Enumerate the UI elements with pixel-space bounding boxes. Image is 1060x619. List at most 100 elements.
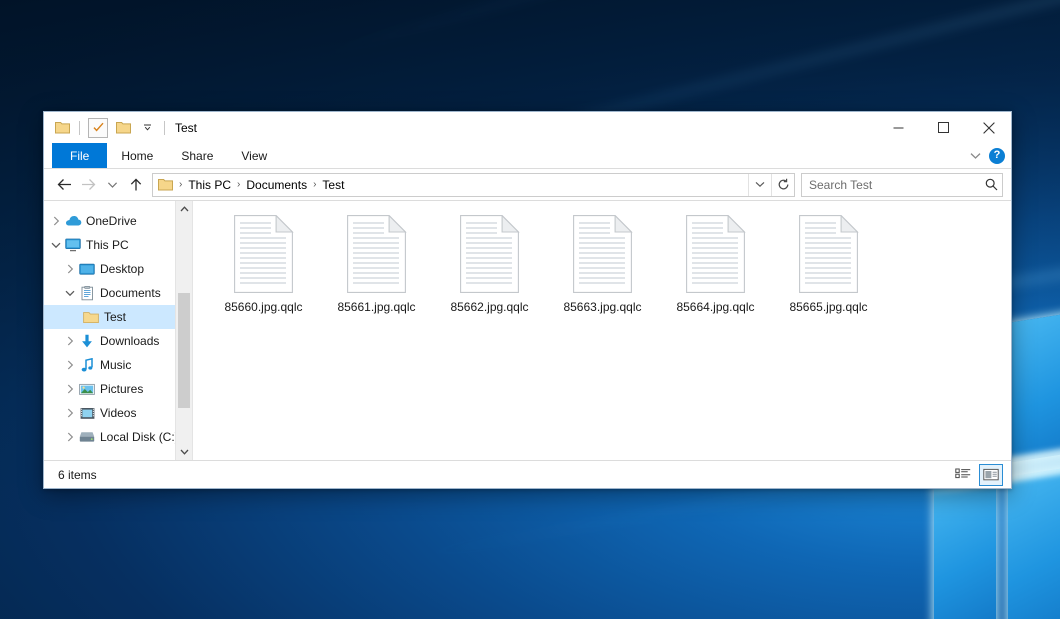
cloud-icon xyxy=(64,213,82,229)
recent-locations-button[interactable] xyxy=(100,173,124,197)
address-tools xyxy=(748,174,794,196)
sidebar-item-test[interactable]: Test xyxy=(44,305,192,329)
desktop-icon xyxy=(78,261,96,277)
drive-icon xyxy=(78,429,96,445)
file-item[interactable]: 85664.jpg.qqlc xyxy=(659,213,772,314)
logo-pane xyxy=(934,479,996,619)
previous-locations-icon[interactable] xyxy=(748,174,771,196)
sidebar-item-music[interactable]: Music xyxy=(44,353,192,377)
chevron-down-icon[interactable] xyxy=(48,237,64,253)
file-grid: 85660.jpg.qqlc 85661.j xyxy=(207,213,1011,314)
folder-icon xyxy=(82,309,100,325)
chevron-right-icon[interactable] xyxy=(62,381,78,397)
navigation-pane: OneDrive This PC xyxy=(44,201,193,460)
minimize-button[interactable] xyxy=(876,112,921,143)
file-list-view[interactable]: 85660.jpg.qqlc 85661.j xyxy=(193,201,1011,460)
back-button[interactable] xyxy=(52,173,76,197)
sidebar-item-label: OneDrive xyxy=(86,214,137,228)
tab-view[interactable]: View xyxy=(227,143,281,168)
caption-buttons xyxy=(876,112,1011,143)
up-button[interactable] xyxy=(124,173,148,197)
quick-access-toolbar xyxy=(44,118,167,138)
file-item[interactable]: 85662.jpg.qqlc xyxy=(433,213,546,314)
file-name: 85663.jpg.qqlc xyxy=(563,300,641,314)
sidebar-item-onedrive[interactable]: OneDrive xyxy=(44,209,192,233)
scrollbar-thumb[interactable] xyxy=(178,293,190,408)
new-folder-icon[interactable] xyxy=(114,119,132,137)
file-item[interactable]: 85661.jpg.qqlc xyxy=(320,213,433,314)
address-bar-row: › This PC › Documents › Test xyxy=(44,169,1011,200)
scroll-up-icon[interactable] xyxy=(176,201,192,217)
large-icons-view-button[interactable] xyxy=(979,464,1003,486)
tab-file[interactable]: File xyxy=(52,143,107,168)
address-bar[interactable]: › This PC › Documents › Test xyxy=(152,173,795,197)
file-name: 85661.jpg.qqlc xyxy=(337,300,415,314)
chevron-right-icon[interactable] xyxy=(62,405,78,421)
chevron-down-icon[interactable] xyxy=(138,119,156,137)
tab-share[interactable]: Share xyxy=(167,143,227,168)
chevron-down-icon[interactable] xyxy=(970,149,981,163)
window-body: OneDrive This PC xyxy=(44,200,1011,460)
file-item[interactable]: 85665.jpg.qqlc xyxy=(772,213,885,314)
status-bar: 6 items xyxy=(44,460,1011,488)
help-icon[interactable]: ? xyxy=(989,148,1005,164)
videos-icon xyxy=(78,405,96,421)
forward-button[interactable] xyxy=(76,173,100,197)
chevron-right-icon[interactable] xyxy=(48,213,64,229)
breadcrumb-item-test[interactable]: Test xyxy=(319,178,347,192)
sidebar-item-documents[interactable]: Documents xyxy=(44,281,192,305)
details-view-button[interactable] xyxy=(951,464,975,486)
chevron-down-icon[interactable] xyxy=(62,285,78,301)
sidebar-item-downloads[interactable]: Downloads xyxy=(44,329,192,353)
generic-file-icon xyxy=(347,215,407,293)
folder-icon[interactable] xyxy=(53,119,71,137)
view-buttons xyxy=(951,464,1003,486)
chevron-right-icon[interactable] xyxy=(62,357,78,373)
download-icon xyxy=(78,333,96,349)
item-count-label: 6 items xyxy=(58,468,97,482)
chevron-right-icon[interactable] xyxy=(62,261,78,277)
sidebar-item-label: Music xyxy=(100,358,131,372)
pictures-icon xyxy=(78,381,96,397)
sidebar-item-videos[interactable]: Videos xyxy=(44,401,192,425)
documents-icon xyxy=(78,285,96,301)
sidebar-item-label: This PC xyxy=(86,238,129,252)
search-icon[interactable] xyxy=(980,178,1002,191)
sidebar-item-local-disk-c[interactable]: Local Disk (C:) xyxy=(44,425,192,449)
scroll-down-icon[interactable] xyxy=(176,444,192,460)
file-name: 85662.jpg.qqlc xyxy=(450,300,528,314)
sidebar-item-label: Pictures xyxy=(100,382,143,396)
properties-icon[interactable] xyxy=(88,118,108,138)
toolbar-separator xyxy=(164,121,165,135)
sidebar-item-label: Downloads xyxy=(100,334,159,348)
file-explorer-window: Test File Home Share View xyxy=(43,111,1012,489)
generic-file-icon xyxy=(234,215,294,293)
sidebar-item-desktop[interactable]: Desktop xyxy=(44,257,192,281)
file-name: 85664.jpg.qqlc xyxy=(676,300,754,314)
breadcrumb-item-documents[interactable]: Documents xyxy=(243,178,310,192)
breadcrumb-separator: › xyxy=(178,179,183,190)
file-item[interactable]: 85663.jpg.qqlc xyxy=(546,213,659,314)
generic-file-icon xyxy=(460,215,520,293)
file-name: 85660.jpg.qqlc xyxy=(224,300,302,314)
sidebar-item-pictures[interactable]: Pictures xyxy=(44,377,192,401)
close-button[interactable] xyxy=(966,112,1011,143)
search-input[interactable]: Search Test xyxy=(802,178,980,192)
breadcrumb-item-this-pc[interactable]: This PC xyxy=(185,178,234,192)
chevron-right-icon[interactable] xyxy=(62,333,78,349)
monitor-icon xyxy=(64,237,82,253)
breadcrumb-separator: › xyxy=(236,179,241,190)
folder-tree: OneDrive This PC xyxy=(44,201,192,449)
ribbon-controls: ? xyxy=(970,143,1005,168)
maximize-button[interactable] xyxy=(921,112,966,143)
sidebar-item-label: Videos xyxy=(100,406,136,420)
tab-home[interactable]: Home xyxy=(107,143,167,168)
chevron-right-icon[interactable] xyxy=(62,429,78,445)
breadcrumb-separator: › xyxy=(312,179,317,190)
search-box[interactable]: Search Test xyxy=(801,173,1003,197)
navigation-pane-scrollbar[interactable] xyxy=(175,201,192,460)
refresh-icon[interactable] xyxy=(771,174,794,196)
sidebar-item-this-pc[interactable]: This PC xyxy=(44,233,192,257)
sidebar-item-label: Documents xyxy=(100,286,161,300)
file-item[interactable]: 85660.jpg.qqlc xyxy=(207,213,320,314)
